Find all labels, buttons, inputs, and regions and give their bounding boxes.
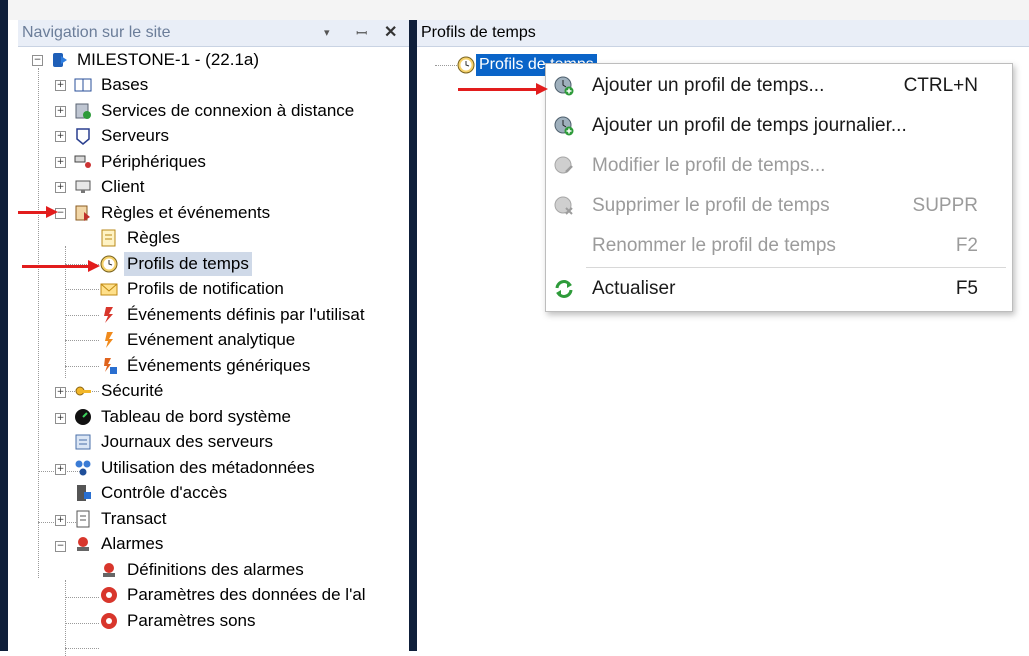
- alarm-definition-icon: [103, 563, 115, 577]
- tree-item-label: Evénement analytique: [127, 330, 296, 349]
- tree-item-label: Profils de temps: [124, 252, 252, 276]
- menu-item-add-time-profile[interactable]: Ajouter un profil de temps... CTRL+N: [546, 66, 1012, 106]
- sound-settings-icon: [101, 613, 117, 629]
- receipt-icon: [76, 510, 90, 528]
- menu-item-label: Ajouter un profil de temps...: [592, 75, 825, 96]
- collapse-toggle[interactable]: −: [55, 541, 66, 552]
- navigation-title: Navigation sur le site: [22, 24, 171, 41]
- security-icon: [75, 386, 91, 396]
- expand-toggle[interactable]: +: [55, 182, 66, 193]
- pin-icon[interactable]: ꟷ: [356, 20, 367, 46]
- rules-events-icon: [75, 205, 90, 221]
- tree-item-label: Tableau de bord système: [101, 407, 291, 426]
- delete-clock-icon: [554, 196, 573, 215]
- tree-item-label: Profils de notification: [127, 279, 284, 298]
- clock-icon: [457, 56, 475, 74]
- tree-item-label: Alarmes: [101, 534, 164, 553]
- edit-clock-icon: [554, 156, 573, 174]
- menu-item-label: Renommer le profil de temps: [592, 235, 836, 256]
- menu-item-refresh[interactable]: Actualiser F5: [546, 269, 1012, 309]
- tree-item-label: Bases: [101, 75, 149, 94]
- menu-item-label: Ajouter un profil de temps journalier...: [592, 115, 907, 136]
- remote-connection-icon: [75, 103, 91, 119]
- collapse-toggle[interactable]: −: [32, 55, 43, 66]
- clock-icon: [100, 255, 118, 273]
- panel-header: Profils de temps: [417, 20, 1029, 47]
- tree-item-label: Paramètres des données de l'al: [127, 585, 366, 604]
- generic-event-icon: [104, 358, 117, 374]
- monitor-icon: [75, 180, 91, 193]
- top-strip: [8, 0, 1029, 20]
- expand-toggle[interactable]: +: [55, 131, 66, 142]
- menu-item-rename-time-profile[interactable]: Renommer le profil de temps F2: [546, 226, 1012, 266]
- tree-item-label: Définitions des alarmes: [127, 560, 304, 579]
- tree-item-label: Périphériques: [101, 152, 206, 171]
- access-control-icon: [77, 485, 91, 501]
- menu-item-label: Modifier le profil de temps...: [592, 155, 826, 176]
- annotation-arrow-add-profile: [458, 83, 548, 95]
- menu-item-delete-time-profile[interactable]: Supprimer le profil de temps SUPPR: [546, 186, 1012, 226]
- expand-toggle[interactable]: +: [55, 515, 66, 526]
- menu-item-add-daily-time-profile[interactable]: Ajouter un profil de temps journalier...: [546, 106, 1012, 146]
- dashboard-icon: [75, 409, 91, 425]
- tree-item-label: Client: [101, 177, 145, 196]
- tree-item-label: MILESTONE-1 - (22.1a): [77, 50, 260, 69]
- annotation-arrow-rules-events: [18, 206, 58, 218]
- alarm-data-icon: [101, 587, 117, 603]
- panel-dropdown-button[interactable]: ▾: [324, 20, 330, 46]
- tree-item-label: Services de connexion à distance: [101, 101, 355, 120]
- expand-toggle[interactable]: +: [55, 464, 66, 475]
- refresh-icon: [555, 280, 573, 298]
- expand-toggle[interactable]: +: [55, 413, 66, 424]
- book-icon: [74, 78, 92, 92]
- tree-item-label: Utilisation des métadonnées: [101, 458, 315, 477]
- tree-item-label: Contrôle d'accès: [101, 483, 228, 502]
- tree-item-label: Événements définis par l'utilisat: [127, 305, 365, 324]
- menu-item-label: Supprimer le profil de temps: [592, 195, 830, 216]
- menu-item-shortcut: SUPPR: [912, 195, 978, 216]
- tree-item-label: Transact: [101, 509, 167, 528]
- add-clock-icon: [554, 76, 574, 96]
- user-event-icon: [104, 307, 113, 323]
- context-menu: Ajouter un profil de temps... CTRL+N Ajo…: [545, 63, 1013, 312]
- expand-toggle[interactable]: +: [55, 106, 66, 117]
- envelope-icon: [100, 283, 118, 296]
- navigation-tree: − + + + + + − + + + + − MILESTONE-1 - (2…: [18, 48, 409, 656]
- metadata-icon: [75, 460, 91, 476]
- menu-item-shortcut: F5: [955, 278, 978, 299]
- log-icon: [75, 434, 91, 450]
- menu-item-edit-time-profile[interactable]: Modifier le profil de temps...: [546, 146, 1012, 186]
- tree-item-label: Journaux des serveurs: [101, 432, 273, 451]
- expand-toggle[interactable]: +: [55, 387, 66, 398]
- server-root-icon: [53, 53, 67, 67]
- expand-toggle[interactable]: +: [55, 157, 66, 168]
- devices-icon: [74, 155, 91, 168]
- site-navigation-panel: Navigation sur le site ▾ ꟷ ✕ − + + + + +…: [18, 20, 409, 656]
- server-icon: [76, 128, 90, 145]
- close-icon[interactable]: ✕: [384, 20, 397, 46]
- tree-item-label: Règles et événements: [101, 203, 271, 222]
- expand-toggle[interactable]: +: [55, 80, 66, 91]
- panel-title: Profils de temps: [421, 24, 536, 41]
- panel-splitter[interactable]: [409, 20, 417, 651]
- alarm-icon: [77, 537, 89, 551]
- navigation-header: Navigation sur le site ▾ ꟷ ✕: [18, 20, 409, 47]
- tree-item-label: Serveurs: [101, 126, 170, 145]
- rules-icon: [101, 229, 116, 247]
- tree-item-label: Sécurité: [101, 381, 164, 400]
- tree-item-label: Paramètres sons: [127, 611, 256, 630]
- tree-item-label: Règles: [127, 228, 180, 247]
- menu-separator: [586, 267, 1006, 268]
- add-daily-clock-icon: [554, 116, 574, 136]
- analytic-event-icon: [105, 332, 113, 348]
- menu-item-shortcut: CTRL+N: [903, 75, 978, 96]
- window-frame-left: [0, 0, 8, 651]
- tree-item-label: Événements génériques: [127, 356, 311, 375]
- menu-item-shortcut: F2: [955, 235, 978, 256]
- menu-item-label: Actualiser: [592, 278, 676, 299]
- annotation-arrow-time-profiles: [22, 260, 100, 272]
